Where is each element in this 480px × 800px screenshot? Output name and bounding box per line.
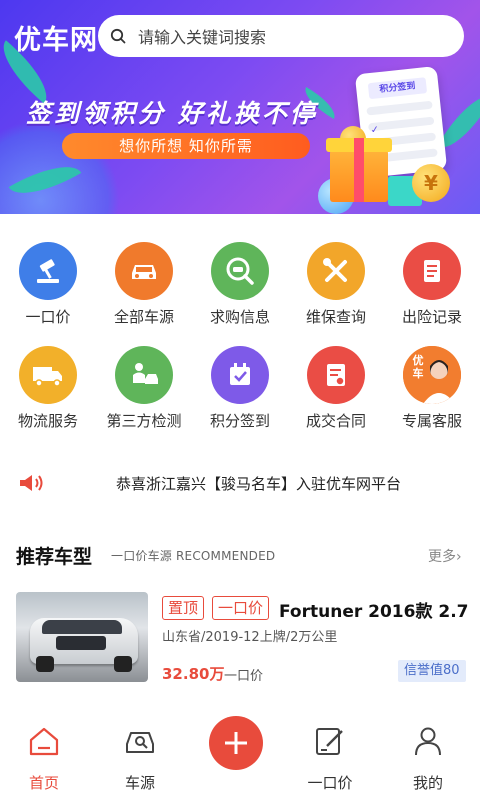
grid-item-accident-records[interactable]: 出险记录 [384,242,480,327]
bottom-tab-bar: 首页 车源 一口价 我的 [0,704,480,800]
grid-item-maintenance-query[interactable]: 维保查询 [288,242,384,327]
banner-pill: 想你所想 知你所需 [62,133,310,159]
contract-icon [307,346,365,404]
more-label: 更多 [428,549,456,565]
phone-header: 积分签到 [367,77,428,100]
agent-avatar: 优车 [403,346,461,404]
home-icon [29,727,59,756]
tab-fixed-price[interactable]: 一口价 [290,724,370,793]
credit-badge: 信誉值80 [398,660,466,682]
edit-icon [316,728,343,755]
inspection-icon [115,346,173,404]
tag-pinned: 置顶 [162,596,205,620]
yen-coin-icon: ¥ [412,164,450,202]
speaker-icon [20,475,43,491]
search-placeholder[interactable]: 请输入关键词搜索 [138,24,266,48]
car-search-icon [211,242,269,300]
car-photo [16,592,148,682]
car-title: Fortuner 2016款 2.7... [279,602,469,622]
search-bar[interactable]: 请输入关键词搜索 [98,15,464,57]
app-screen: 优车网 请输入关键词搜索 签到领积分 好礼换不停 想你所想 知你所需 积分签到 … [0,0,480,800]
gavel-icon [19,242,77,300]
grid-item-fixed-price[interactable]: 一口价 [0,242,96,327]
price-type: 一口价 [224,669,264,684]
user-icon [415,727,441,756]
publish-button[interactable] [209,716,263,770]
car-icon [115,242,173,300]
grid-item-logistics[interactable]: 物流服务 [0,346,96,431]
tag-fixed-price: 一口价 [212,596,270,620]
banner-slogan: 签到领积分 好礼换不停 [26,99,318,128]
grid-item-points-checkin[interactable]: 积分签到 [192,346,288,431]
grid-item-third-party-inspection[interactable]: 第三方检测 [96,346,192,431]
chevron-right-icon: › [456,549,462,565]
truck-icon [19,346,77,404]
tab-car-source[interactable]: 车源 [100,724,180,793]
tab-profile[interactable]: 我的 [388,724,468,793]
calendar-check-icon [211,346,269,404]
section-title: 推荐车型 [16,546,93,568]
grid-item-deal-contract[interactable]: 成交合同 [288,346,384,431]
check-icon: ✓ [370,124,380,137]
more-link[interactable]: 更多› [428,546,462,566]
section-subtitle: 一口价车源 RECOMMENDED [111,549,276,563]
app-logo: 优车网 [14,25,98,56]
gift-box-icon [326,138,392,202]
search-icon [110,28,126,44]
wrench-icon [307,242,365,300]
grid-item-customer-service[interactable]: 优车 专属客服 [384,346,480,431]
announcement-bar[interactable]: 恭喜浙江嘉兴【骏马名车】入驻优车网平台 [0,468,480,498]
grid-item-all-cars[interactable]: 全部车源 [96,242,192,327]
car-source-icon [126,732,154,753]
car-price: 32.80万 [162,665,225,683]
promo-banner[interactable]: 优车网 请输入关键词搜索 签到领积分 好礼换不停 想你所想 知你所需 积分签到 … [0,0,480,214]
tab-home[interactable]: 首页 [4,724,84,793]
avatar-badge-text: 优车 [412,354,424,380]
scroll-icon [403,242,461,300]
plus-icon [225,732,247,754]
car-meta: 山东省/2019-12上牌/2万公里 [162,630,338,645]
grid-item-purchase-requests[interactable]: 求购信息 [192,242,288,327]
announcement-text: 恭喜浙江嘉兴【骏马名车】入驻优车网平台 [116,475,402,493]
